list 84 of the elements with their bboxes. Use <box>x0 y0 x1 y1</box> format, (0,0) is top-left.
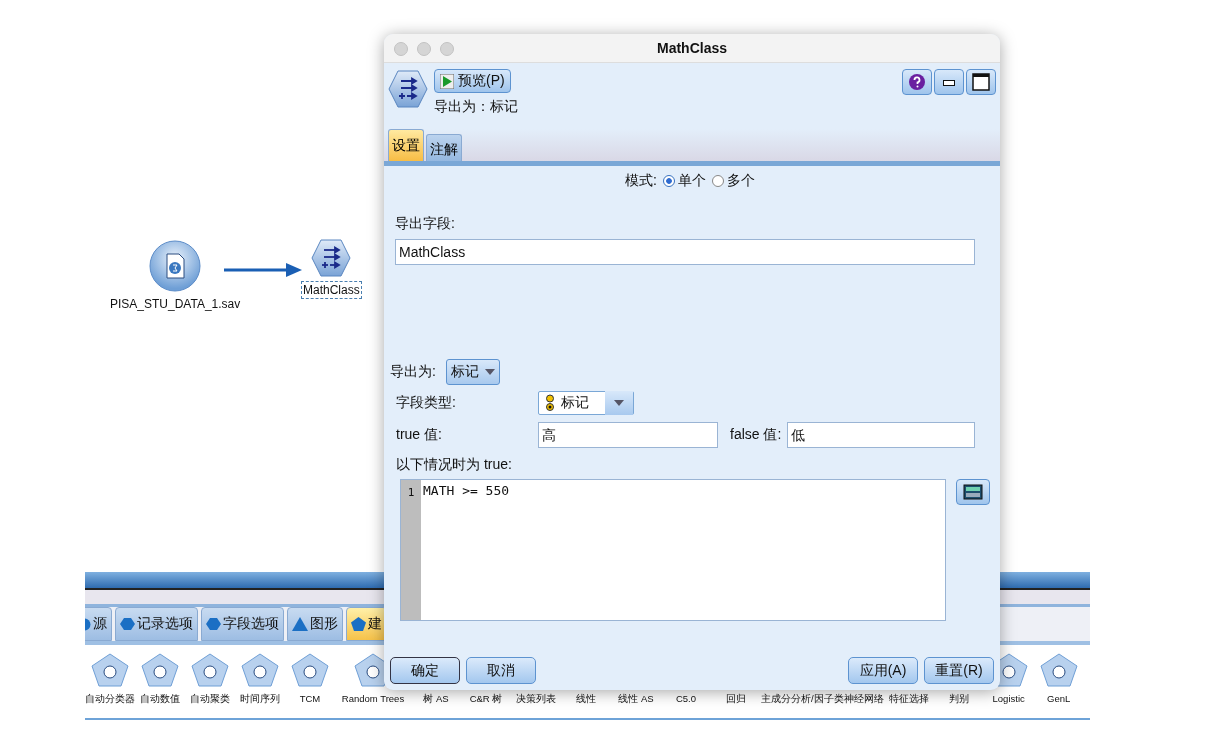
derive-field-label: 导出字段: <box>395 215 456 233</box>
palette-item-label: Random Trees <box>341 693 405 704</box>
derive-as-label: 导出为: <box>390 363 436 381</box>
pentagon-node-icon[interactable] <box>91 653 129 687</box>
tab-label: 源 <box>93 615 107 633</box>
true-value-label: true 值: <box>396 426 443 444</box>
node-label[interactable]: PISA_STU_DATA_1.sav <box>109 296 242 312</box>
palette-item-label: 类神经网络 <box>833 693 884 706</box>
palette-tab[interactable]: 图形 <box>287 607 343 641</box>
pentagon-icon <box>351 617 366 631</box>
maximize-button[interactable] <box>966 69 996 95</box>
palette-item-label: 自动分类器 <box>85 693 135 706</box>
help-icon <box>909 74 925 90</box>
document-node-icon <box>149 240 202 292</box>
radio-button[interactable] <box>711 175 724 187</box>
radio-button[interactable] <box>662 175 675 187</box>
derive-node-icon <box>311 238 352 278</box>
palette-item-label: 决策列表 <box>516 693 556 706</box>
dialog-tab[interactable]: 注解 <box>426 134 462 161</box>
radio-label[interactable]: 多个 <box>726 172 755 190</box>
derive-node-icon <box>388 69 428 109</box>
hexagon-icon <box>206 617 221 631</box>
dialog-button[interactable]: 重置(R) <box>924 657 994 684</box>
mode-label: 模式: <box>625 172 657 190</box>
code-line: MATH >= 550 <box>423 483 510 498</box>
palette-item-label: 判别 <box>948 693 969 706</box>
palette-item-label: 主成分分析/因子 <box>761 693 834 706</box>
pentagon-node-icon[interactable] <box>141 653 179 687</box>
palette-tab[interactable]: 建 <box>346 607 387 641</box>
condition-label: 以下情况时为 true: <box>396 456 513 474</box>
maximize-icon <box>972 73 990 91</box>
palette-item-label: 线性 <box>576 693 596 706</box>
condition-editor[interactable]: 1 MATH >= 550 <box>400 479 946 621</box>
false-value-input[interactable]: 低 <box>787 422 976 448</box>
palette-tab[interactable]: 源 <box>85 607 112 641</box>
false-value-label: false 值: <box>730 426 782 444</box>
play-icon <box>440 73 454 89</box>
radio-label[interactable]: 单个 <box>677 172 706 190</box>
expression-builder-button[interactable] <box>956 479 990 505</box>
minimize-icon <box>943 78 955 86</box>
tab-label: 字段选项 <box>223 615 279 633</box>
tab-label: 建 <box>368 615 382 633</box>
derive-field-input[interactable]: MathClass <box>395 239 975 265</box>
palette-item-label: Logistic <box>992 693 1025 704</box>
caret-icon <box>484 369 495 375</box>
caret-icon <box>614 400 624 406</box>
node-label[interactable]: MathClass <box>302 282 361 298</box>
palette-item-label: C5.0 <box>675 693 697 704</box>
minimize-button[interactable] <box>934 69 964 95</box>
derive-as-dropdown[interactable]: 标记 <box>445 359 500 385</box>
pentagon-node-icon[interactable] <box>191 653 229 687</box>
palette-item-label: 时间序列 <box>240 693 280 706</box>
dialog-button[interactable]: 应用(A) <box>848 657 918 684</box>
palette-item-label: GenL <box>1047 693 1071 704</box>
pentagon-node-icon[interactable] <box>291 653 329 687</box>
derive-as-summary: 导出为：标记 <box>434 98 519 116</box>
true-value-input[interactable]: 高 <box>538 422 718 448</box>
dialog-tab[interactable]: 设置 <box>388 129 424 161</box>
palette-item-label: 特征选择 <box>888 693 929 706</box>
pentagon-node-icon[interactable] <box>1039 653 1078 687</box>
window-title: MathClass <box>657 40 727 56</box>
field-type-label: 字段类型: <box>396 394 457 412</box>
preview-button[interactable]: 预览(P) <box>434 69 511 93</box>
help-button[interactable] <box>902 69 932 95</box>
dialog-button[interactable]: 确定 <box>390 657 460 684</box>
pentagon-node-icon[interactable] <box>241 653 279 687</box>
palette-tab[interactable]: 记录选项 <box>115 607 198 641</box>
calculator-icon <box>963 484 983 500</box>
palette-item-label: 回归 <box>726 693 746 706</box>
hexagon-icon <box>120 617 135 631</box>
field-type-dropdown[interactable]: 标记 <box>538 391 634 415</box>
tab-label: 图形 <box>310 615 338 633</box>
dialog-button[interactable]: 取消 <box>466 657 536 684</box>
palette-item-label: 自动聚类 <box>190 693 230 706</box>
palette-item-label: C&R 树 <box>469 693 503 706</box>
palette-tab[interactable]: 字段选项 <box>201 607 284 641</box>
palette-item-label: 自动数值 <box>140 693 180 706</box>
line-number: 1 <box>406 486 416 499</box>
tab-label: 记录选项 <box>137 615 193 633</box>
palette-item-label: 树 AS <box>423 693 449 706</box>
palette-item-label: TCM <box>299 693 321 704</box>
triangle-icon <box>292 617 308 631</box>
flag-type-icon <box>545 394 555 412</box>
palette-item-label: 线性 AS <box>618 693 654 706</box>
